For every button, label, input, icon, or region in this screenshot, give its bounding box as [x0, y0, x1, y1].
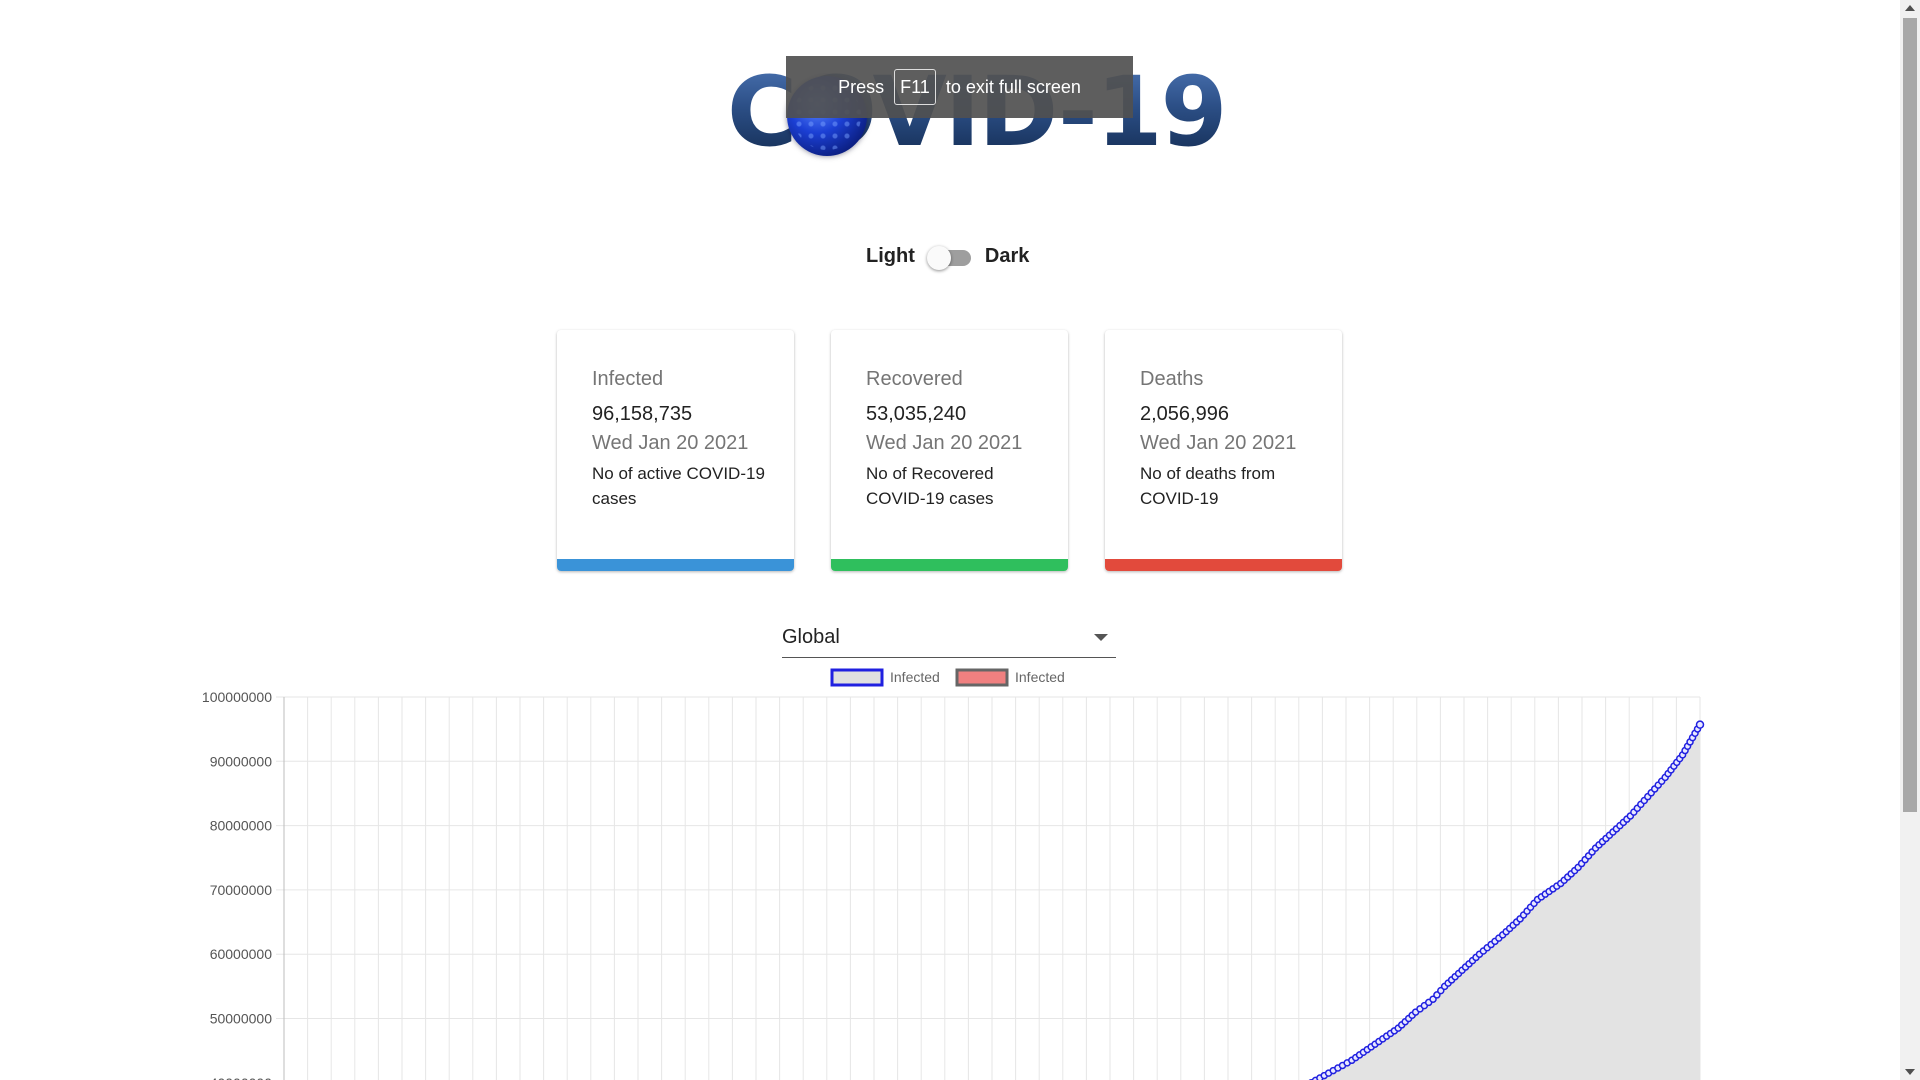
card-date: Wed Jan 20 2021 [592, 432, 749, 454]
data-point [1695, 720, 1705, 729]
y-tick-label: 70000000 [210, 882, 273, 898]
toast-press: Press [838, 76, 885, 97]
card-deaths: Deaths 2,056,996 Wed Jan 20 2021 No of d… [1105, 330, 1342, 571]
card-bar [557, 559, 794, 571]
stats-cards: Infected 96,158,735 Wed Jan 20 2021 No o… [557, 330, 1342, 571]
toast-key: F11 [894, 69, 936, 105]
y-tick-label: 40000000 [210, 1075, 273, 1080]
legend-swatch [955, 668, 1009, 687]
country-select[interactable]: Global [782, 618, 1116, 658]
page: COVID-19 Press F11 to exit full screen L… [0, 0, 1900, 1080]
legend-label: Infected [890, 669, 940, 685]
country-select-value: Global [782, 626, 840, 648]
legend-swatch [830, 668, 884, 687]
card-value: 2,056,996 [1140, 403, 1229, 425]
card-desc: No of Recovered COVID-19 cases [866, 464, 994, 508]
card-date: Wed Jan 20 2021 [1140, 432, 1297, 454]
light-label: Light [866, 244, 915, 267]
scroll-down-arrow-icon[interactable] [1905, 1069, 1915, 1075]
card-title: Deaths [1140, 368, 1204, 390]
card-bar [831, 559, 1068, 571]
card-desc: No of deaths from COVID-19 [1140, 464, 1276, 508]
card-recovered: Recovered 53,035,240 Wed Jan 20 2021 No … [831, 330, 1068, 571]
card-title: Infected [592, 368, 664, 390]
y-tick-label: 80000000 [210, 818, 273, 834]
card-infected: Infected 96,158,735 Wed Jan 20 2021 No o… [557, 330, 794, 571]
cases-chart: Infected Infected 100000000 90000000 8000000… [202, 668, 1705, 1080]
card-bar [1105, 559, 1342, 571]
dark-label: Dark [984, 244, 1030, 267]
scroll-up-arrow-icon[interactable] [1905, 5, 1915, 11]
card-value: 53,035,240 [866, 403, 967, 425]
switch-thumb[interactable] [926, 246, 951, 270]
theme-toggle-group: Light Dark [866, 244, 1030, 270]
y-tick-label: 100000000 [202, 689, 272, 705]
chevron-down-icon[interactable] [1094, 634, 1108, 641]
y-tick-label: 50000000 [210, 1011, 273, 1027]
scrollbar-thumb[interactable] [1903, 18, 1917, 812]
y-tick-label: 60000000 [210, 946, 273, 962]
vertical-scrollbar[interactable] [1900, 0, 1920, 1080]
fullscreen-toast: Press F11 to exit full screen [786, 56, 1133, 118]
card-date: Wed Jan 20 2021 [866, 432, 1023, 454]
card-desc: No of active COVID-19 cases [592, 464, 765, 508]
y-tick-label: 90000000 [210, 753, 273, 769]
legend-label: Infected [1015, 669, 1065, 685]
toast-message: to exit full screen [945, 76, 1081, 97]
card-value: 96,158,735 [592, 403, 693, 425]
card-title: Recovered [866, 368, 963, 390]
theme-switch[interactable] [926, 244, 973, 270]
